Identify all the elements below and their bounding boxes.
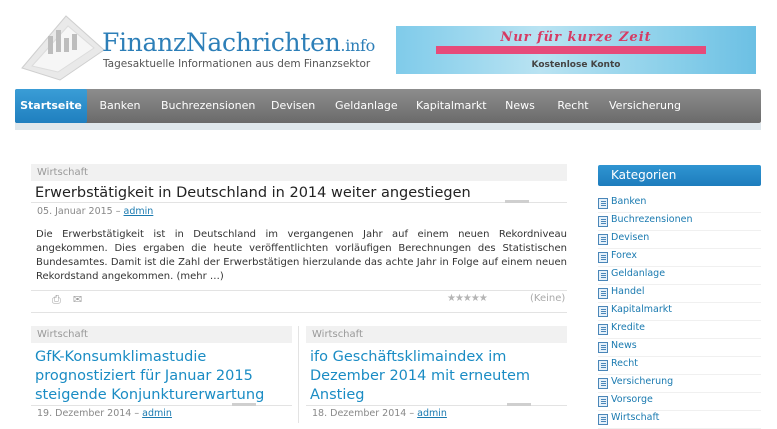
sidebar-item-geldanlage[interactable]: Geldanlage bbox=[598, 267, 761, 285]
column-separator bbox=[298, 326, 299, 423]
rating-count: (Keine) bbox=[530, 293, 566, 304]
divider-tab bbox=[505, 200, 529, 203]
sidebar-item-label: News bbox=[611, 340, 637, 351]
document-icon bbox=[598, 378, 608, 389]
sidebar-item-label: Geldanlage bbox=[611, 268, 666, 279]
sidebar-item-label: Forex bbox=[611, 250, 637, 261]
sidebar-heading: Kategorien bbox=[598, 165, 761, 186]
main-navigation: Startseite Banken Buchrezensionen Devise… bbox=[15, 89, 761, 123]
featured-date: 05. Januar 2015 – admin bbox=[37, 206, 153, 217]
nav-item-kapitalmarkt[interactable]: Kapitalmarkt bbox=[416, 89, 487, 123]
sidebar-item-label: Handel bbox=[611, 286, 645, 297]
post-category[interactable]: Wirtschaft bbox=[306, 326, 567, 343]
document-icon bbox=[598, 252, 608, 263]
post-author-link[interactable]: admin bbox=[142, 408, 172, 419]
sidebar-item-devisen[interactable]: Devisen bbox=[598, 231, 761, 249]
sidebar-item-label: Vorsorge bbox=[611, 394, 653, 405]
post-category[interactable]: Wirtschaft bbox=[31, 326, 292, 343]
comment-icon[interactable]: ✉ bbox=[73, 293, 82, 306]
banner-subline: Kostenlose Konto bbox=[531, 60, 621, 70]
sidebar-item-buchrezensionen[interactable]: Buchrezensionen bbox=[598, 213, 761, 231]
sidebar-item-label: Recht bbox=[611, 358, 638, 369]
featured-title[interactable]: Erwerbstätigkeit in Deutschland in 2014 … bbox=[35, 185, 471, 201]
document-icon bbox=[598, 414, 608, 425]
document-icon bbox=[598, 198, 608, 209]
document-icon bbox=[598, 216, 608, 227]
site-header: FinanzNachrichten.info Tagesaktuelle Inf… bbox=[0, 0, 777, 88]
sidebar-item-label: Kapitalmarkt bbox=[611, 304, 672, 315]
nav-item-startseite[interactable]: Startseite bbox=[15, 89, 87, 123]
featured-footer-divider bbox=[31, 290, 567, 291]
site-tagline: Tagesaktuelle Informationen aus dem Fina… bbox=[103, 58, 371, 70]
document-icon bbox=[598, 288, 608, 299]
document-icon bbox=[598, 342, 608, 353]
ad-banner[interactable]: Nur für kurze Zeit Kostenlose Konto bbox=[396, 26, 756, 74]
sidebar-item-forex[interactable]: Forex bbox=[598, 249, 761, 267]
featured-date-text: 05. Januar 2015 – bbox=[37, 206, 121, 217]
post-title[interactable]: ifo Geschäftsklimaindex im Dezember 2014… bbox=[310, 348, 565, 405]
print-icon[interactable]: ⎙ bbox=[52, 293, 61, 307]
sidebar-item-kapitalmarkt[interactable]: Kapitalmarkt bbox=[598, 303, 761, 321]
document-icon bbox=[598, 324, 608, 335]
sidebar-item-kredite[interactable]: Kredite bbox=[598, 321, 761, 339]
site-logo-title[interactable]: FinanzNachrichten.info bbox=[102, 28, 375, 57]
sidebar-item-label: Banken bbox=[611, 196, 647, 207]
nav-item-geldanlage[interactable]: Geldanlage bbox=[335, 89, 398, 123]
post-title-line: prognostiziert für Januar 2015 bbox=[35, 368, 253, 384]
document-icon bbox=[598, 306, 608, 317]
sidebar-item-banken[interactable]: Banken bbox=[598, 195, 761, 213]
featured-category[interactable]: Wirtschaft bbox=[31, 164, 567, 181]
document-icon bbox=[598, 234, 608, 245]
document-icon bbox=[598, 360, 608, 371]
banner-headline: Nur für kurze Zeit bbox=[500, 30, 652, 45]
featured-author-link[interactable]: admin bbox=[124, 206, 154, 217]
sidebar-item-vorsorge[interactable]: Vorsorge bbox=[598, 393, 761, 411]
document-icon bbox=[598, 270, 608, 281]
featured-title-divider bbox=[31, 202, 567, 203]
sidebar-item-label: Kredite bbox=[611, 322, 646, 333]
nav-underline bbox=[15, 123, 761, 130]
logo-icon[interactable] bbox=[18, 10, 108, 82]
post-title[interactable]: GfK-Konsumklimastudie prognostiziert für… bbox=[35, 348, 290, 405]
banner-strip bbox=[436, 46, 706, 54]
post-title-line: GfK-Konsumklimastudie bbox=[35, 349, 207, 365]
sidebar-item-handel[interactable]: Handel bbox=[598, 285, 761, 303]
post-date-text: 18. Dezember 2014 – bbox=[312, 408, 415, 419]
rating-stars[interactable]: ★★★★★ bbox=[447, 293, 488, 304]
nav-item-devisen[interactable]: Devisen bbox=[271, 89, 315, 123]
post-date: 19. Dezember 2014 – admin bbox=[37, 408, 172, 419]
sidebar-item-recht[interactable]: Recht bbox=[598, 357, 761, 375]
sidebar-item-label: Buchrezensionen bbox=[611, 214, 693, 225]
sidebar-item-label: Devisen bbox=[611, 232, 650, 243]
divider-tab bbox=[507, 403, 531, 406]
logo-title-main: FinanzNachrichten bbox=[102, 28, 341, 57]
category-list: Banken Buchrezensionen Devisen Forex Gel… bbox=[598, 195, 761, 429]
sidebar-item-versicherung[interactable]: Versicherung bbox=[598, 375, 761, 393]
post-title-line: Dezember 2014 mit erneutem bbox=[310, 368, 531, 384]
sidebar-item-label: Versicherung bbox=[611, 376, 674, 387]
nav-item-banken[interactable]: Banken bbox=[97, 89, 143, 123]
post-author-link[interactable]: admin bbox=[417, 408, 447, 419]
nav-item-versicherung[interactable]: Versicherung bbox=[609, 89, 681, 123]
nav-item-recht[interactable]: Recht bbox=[555, 89, 591, 123]
sidebar-item-label: Wirtschaft bbox=[611, 412, 660, 423]
logo-title-tld: .info bbox=[340, 36, 375, 55]
sidebar-item-wirtschaft[interactable]: Wirtschaft bbox=[598, 411, 761, 429]
post-title-line: ifo Geschäftsklimaindex im bbox=[310, 349, 507, 365]
featured-bottom-divider bbox=[31, 312, 567, 313]
nav-item-buchrezensionen[interactable]: Buchrezensionen bbox=[161, 89, 255, 123]
post-date: 18. Dezember 2014 – admin bbox=[312, 408, 447, 419]
document-icon bbox=[598, 396, 608, 407]
divider-tab bbox=[232, 403, 256, 406]
nav-item-news[interactable]: News bbox=[503, 89, 537, 123]
sidebar-item-news[interactable]: News bbox=[598, 339, 761, 357]
featured-excerpt: Die Erwerbstätigkeit ist in Deutschland … bbox=[36, 229, 567, 282]
post-date-text: 19. Dezember 2014 – bbox=[37, 408, 140, 419]
